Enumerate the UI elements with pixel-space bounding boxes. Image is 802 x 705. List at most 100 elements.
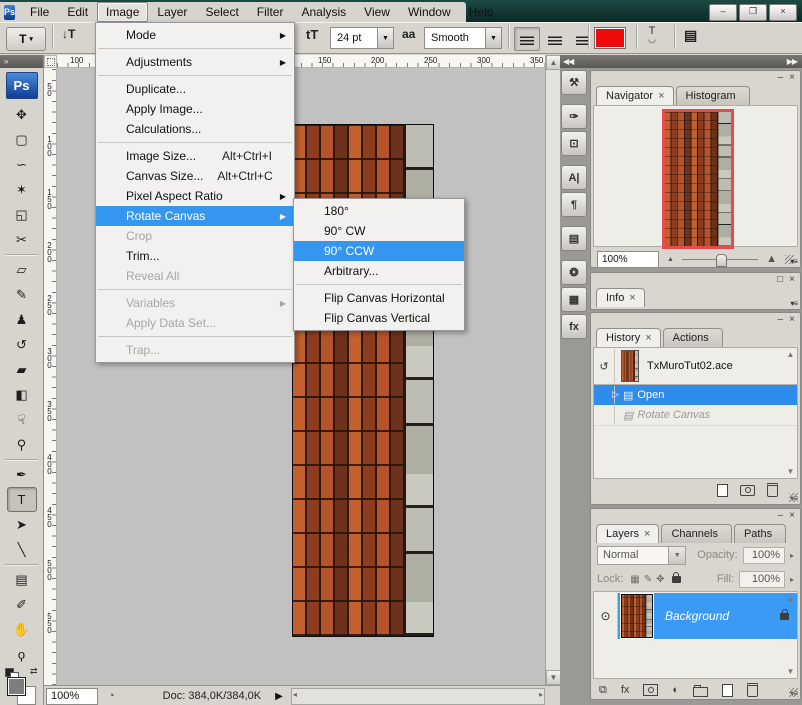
background-layer-row[interactable]: ⊙ Background <box>594 593 797 639</box>
slice-tool[interactable]: ✂ <box>7 227 37 252</box>
lock-transparency-icon[interactable]: ▦ <box>630 574 639 585</box>
menu-item[interactable]: Arbitrary... ▶ <box>294 261 464 281</box>
layer-comps-icon[interactable]: ▤ <box>561 226 587 251</box>
dropdown-arrow-icon[interactable]: ▼ <box>668 547 685 564</box>
eraser-tool[interactable]: ▰ <box>7 357 37 382</box>
anti-alias-select[interactable]: Smooth ▼ <box>424 27 502 49</box>
resize-grip[interactable] <box>789 493 798 502</box>
navigator-thumbnail[interactable] <box>662 109 734 249</box>
text-color-swatch[interactable] <box>594 27 626 49</box>
smudge-tool[interactable]: ☟ <box>7 407 37 432</box>
tab-close-icon[interactable]: × <box>644 528 650 540</box>
history-scrollbar[interactable]: ▲ ▼ <box>784 348 797 478</box>
new-group-icon[interactable] <box>693 684 708 697</box>
resize-grip[interactable] <box>789 688 798 697</box>
tab-channels[interactable]: Channels <box>661 524 731 543</box>
navigator-zoom-slider[interactable] <box>682 252 758 266</box>
zoom-out-icon[interactable]: ▲ <box>667 256 674 263</box>
menu-item[interactable]: Trim... ▶ <box>96 246 294 266</box>
type-tool-preset[interactable]: T ▾ <box>6 27 46 51</box>
align-center-button[interactable] <box>542 27 568 51</box>
tab-close-icon[interactable]: × <box>645 332 651 344</box>
lock-pixels-icon[interactable]: ✎ <box>644 574 652 585</box>
menu-item[interactable]: Reveal All ▶ <box>96 266 294 286</box>
scroll-up-arrow[interactable]: ▲ <box>546 55 561 70</box>
trash-icon[interactable] <box>747 683 758 697</box>
scroll-right-arrow[interactable]: ▸ <box>539 690 543 699</box>
opacity-arrow-icon[interactable]: ▸ <box>790 551 794 560</box>
dropdown-arrow-icon[interactable]: ▼ <box>377 28 393 48</box>
tab-close-icon[interactable]: × <box>629 292 635 304</box>
menu-item[interactable]: Pixel Aspect Ratio ▶ <box>96 186 294 206</box>
menu-item[interactable]: Flip Canvas Vertical ▶ <box>294 308 464 328</box>
toolbox-expand-icon[interactable]: » <box>0 55 43 68</box>
slider-thumb[interactable] <box>716 254 727 267</box>
lock-position-icon[interactable]: ✥ <box>656 574 664 585</box>
menu-item[interactable]: Apply Data Set... ▶ <box>96 313 294 333</box>
new-document-icon[interactable] <box>717 484 728 497</box>
new-layer-icon[interactable] <box>722 684 733 697</box>
navigator-zoom-field[interactable]: 100% <box>597 251 659 268</box>
brush-tool[interactable]: ✎ <box>7 282 37 307</box>
menu-item[interactable]: 180° ▶ <box>294 201 464 221</box>
scroll-down-arrow[interactable]: ▼ <box>546 670 561 685</box>
tab-close-icon[interactable]: × <box>658 90 664 102</box>
blend-mode-select[interactable]: Normal ▼ <box>597 546 686 565</box>
fill-field[interactable]: 100% <box>739 571 785 588</box>
menu-item[interactable]: 90° CCW ▶ <box>294 241 464 261</box>
tool-presets-icon[interactable]: ⚒ <box>561 70 587 95</box>
menu-item[interactable]: Apply Image... ▶ <box>96 99 294 119</box>
tab-navigator[interactable]: Navigator× <box>596 86 674 105</box>
font-size-select[interactable]: 24 pt ▼ <box>330 27 394 49</box>
panel-close-icon[interactable]: × <box>789 315 795 325</box>
history-brush-tool[interactable]: ↺ <box>7 332 37 357</box>
horizontal-scrollbar[interactable]: ◂ ▸ <box>291 688 545 705</box>
warp-text-icon[interactable]: T ◡ <box>648 27 656 43</box>
link-icon[interactable]: ⧉ <box>599 684 607 697</box>
clone-source-icon[interactable]: ⊡ <box>561 131 587 156</box>
zoom-level-field[interactable]: 100% <box>46 688 98 705</box>
menu-item[interactable]: Trap... ▶ <box>96 340 294 360</box>
history-source-well[interactable] <box>594 406 615 424</box>
lasso-tool[interactable]: ∽ <box>7 152 37 177</box>
ruler-origin[interactable] <box>44 55 57 68</box>
fill-arrow-icon[interactable]: ▸ <box>790 575 794 584</box>
menu-window[interactable]: Window <box>399 2 460 22</box>
layers-scrollbar[interactable]: ▲ ▼ <box>784 592 797 678</box>
menu-item[interactable]: Calculations... ▶ <box>96 119 294 139</box>
tab-histogram[interactable]: Histogram <box>676 86 750 105</box>
dodge-tool[interactable]: ⚲ <box>7 432 37 457</box>
dropdown-arrow-icon[interactable]: ▼ <box>485 28 501 48</box>
scroll-down-arrow[interactable]: ▼ <box>787 667 795 676</box>
scroll-up-arrow[interactable]: ▲ <box>787 350 795 359</box>
tab-history[interactable]: History× <box>596 328 661 347</box>
menu-item[interactable]: Rotate Canvas ▶ <box>96 206 294 226</box>
history-pointer-icon[interactable]: ▷ <box>612 389 619 400</box>
brushes-icon[interactable]: ✑ <box>561 104 587 129</box>
color-icon[interactable]: ❂ <box>561 260 587 285</box>
panel-close-icon[interactable]: × <box>789 511 795 521</box>
minimize-button[interactable]: – <box>709 4 737 21</box>
healing-brush-tool[interactable]: ▱ <box>7 257 37 282</box>
clone-stamp-tool[interactable]: ♟ <box>7 307 37 332</box>
menu-edit[interactable]: Edit <box>58 2 97 22</box>
zoom-in-icon[interactable]: ▲ <box>766 253 777 265</box>
tab-paths[interactable]: Paths <box>734 524 786 543</box>
foreground-color-swatch[interactable] <box>7 677 26 696</box>
toggle-palettes-icon[interactable]: ▤ <box>684 27 697 44</box>
menu-file[interactable]: File <box>21 2 58 22</box>
close-button[interactable]: × <box>769 4 797 21</box>
menu-help[interactable]: Help <box>460 2 503 22</box>
adjustment-icon[interactable]: ◐ <box>672 684 679 696</box>
history-source-icon[interactable]: ↺ <box>594 349 615 383</box>
eyedropper-tool[interactable]: ✐ <box>7 592 37 617</box>
opacity-field[interactable]: 100% <box>743 547 785 564</box>
notes-tool[interactable]: ▤ <box>7 567 37 592</box>
tab-info[interactable]: Info× <box>596 288 645 307</box>
panel-close-icon[interactable]: × <box>789 275 795 285</box>
add-mask-icon[interactable] <box>643 684 658 696</box>
menu-item[interactable]: Flip Canvas Horizontal ▶ <box>294 288 464 308</box>
lock-all-icon[interactable] <box>672 576 681 583</box>
menu-select[interactable]: Select <box>196 2 247 22</box>
align-left-button[interactable] <box>514 27 540 51</box>
